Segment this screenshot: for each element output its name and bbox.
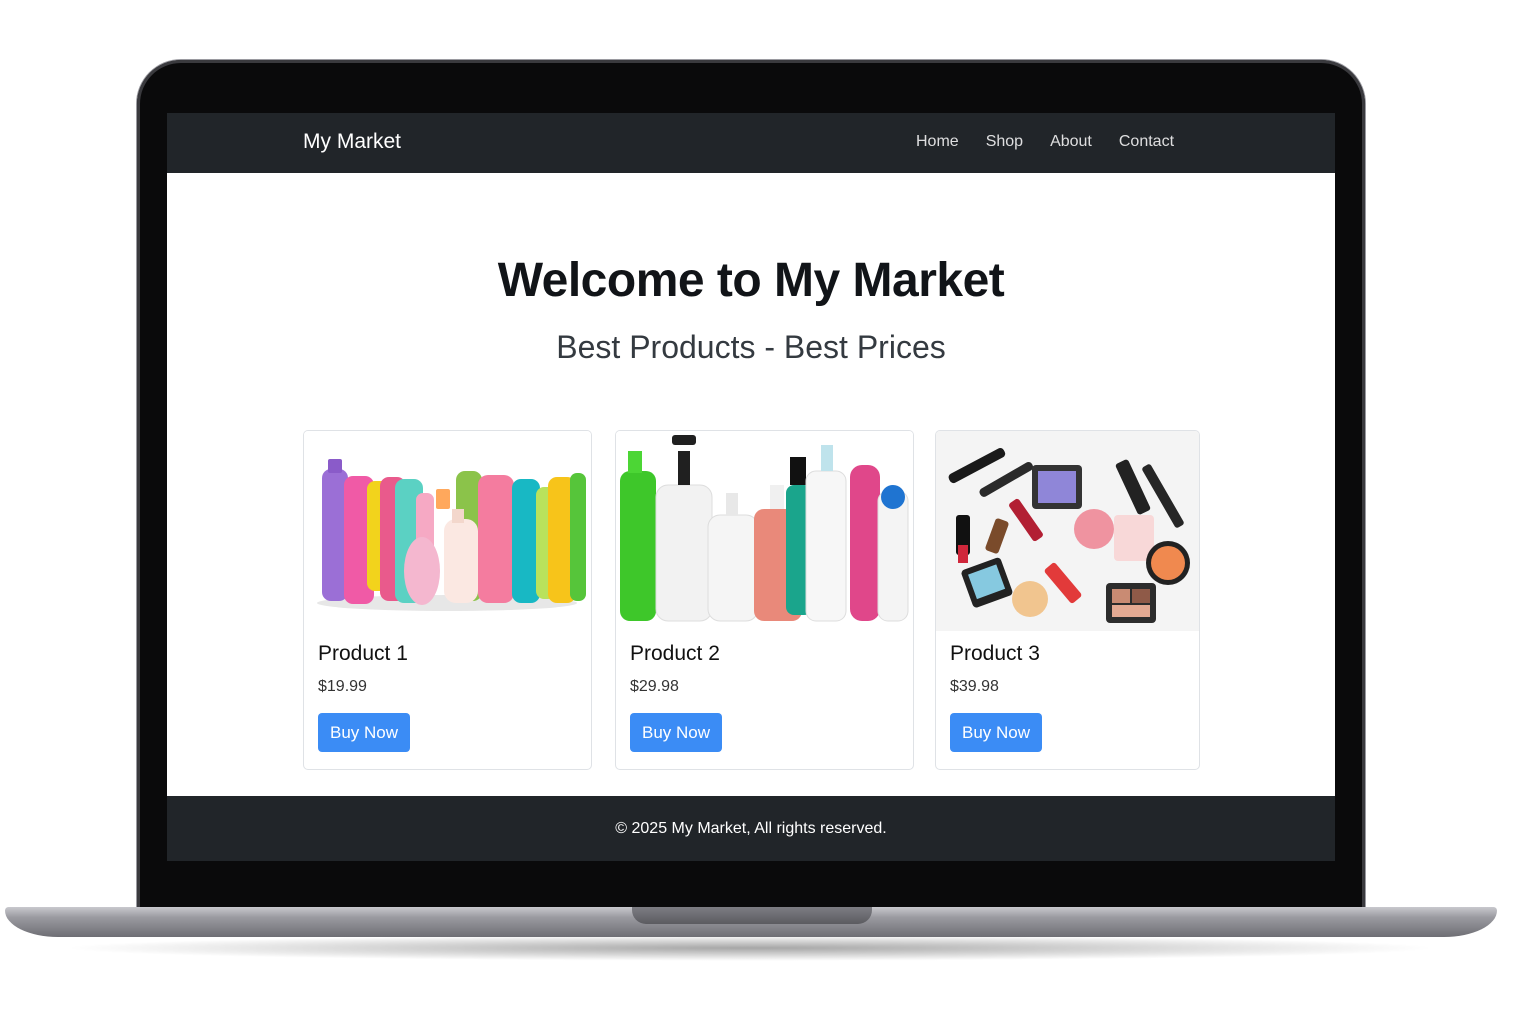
product-card-2: Product 2 $29.98 Buy Now [615, 430, 914, 770]
brand-link[interactable]: My Market [303, 130, 401, 154]
buy-now-button-1[interactable]: Buy Now [318, 713, 411, 752]
product-title-1: Product 1 [318, 642, 408, 665]
buy-now-button-3[interactable]: Buy Now [950, 713, 1043, 752]
footer-copyright: © 2025 My Market, All rights reserved. [615, 820, 887, 837]
product-card-3: Product 3 $39.98 Buy Now [935, 430, 1200, 770]
hero-subtitle: Best Products - Best Prices [556, 329, 946, 365]
hero-title: Welcome to My Market [497, 254, 1005, 307]
navbar: My Market Home Shop About Contact [167, 113, 1335, 173]
pump-bottles-image[interactable] [616, 431, 913, 631]
product-title-3: Product 3 [950, 642, 1040, 665]
nav-link-shop[interactable]: Shop [986, 133, 1023, 151]
product-price-1: $19.99 [318, 678, 367, 695]
product-card-1: Product 1 $19.99 Buy Now [303, 430, 592, 770]
browser-screen: My Market Home Shop About Contact Welcom… [167, 113, 1335, 861]
product-title-2: Product 2 [630, 642, 720, 665]
buy-now-button-2[interactable]: Buy Now [630, 713, 723, 752]
nav-links: Home Shop About Contact [916, 133, 1201, 151]
shampoo-bottles-image[interactable] [304, 431, 591, 631]
laptop-shadow [60, 935, 1440, 961]
nav-link-about[interactable]: About [1050, 133, 1092, 151]
footer: © 2025 My Market, All rights reserved. [167, 796, 1335, 861]
product-price-3: $39.98 [950, 678, 999, 695]
nav-link-contact[interactable]: Contact [1119, 133, 1174, 151]
makeup-flatlay-image[interactable] [936, 431, 1199, 631]
product-price-2: $29.98 [630, 678, 679, 695]
laptop-notch [632, 907, 872, 924]
nav-link-home[interactable]: Home [916, 133, 959, 151]
